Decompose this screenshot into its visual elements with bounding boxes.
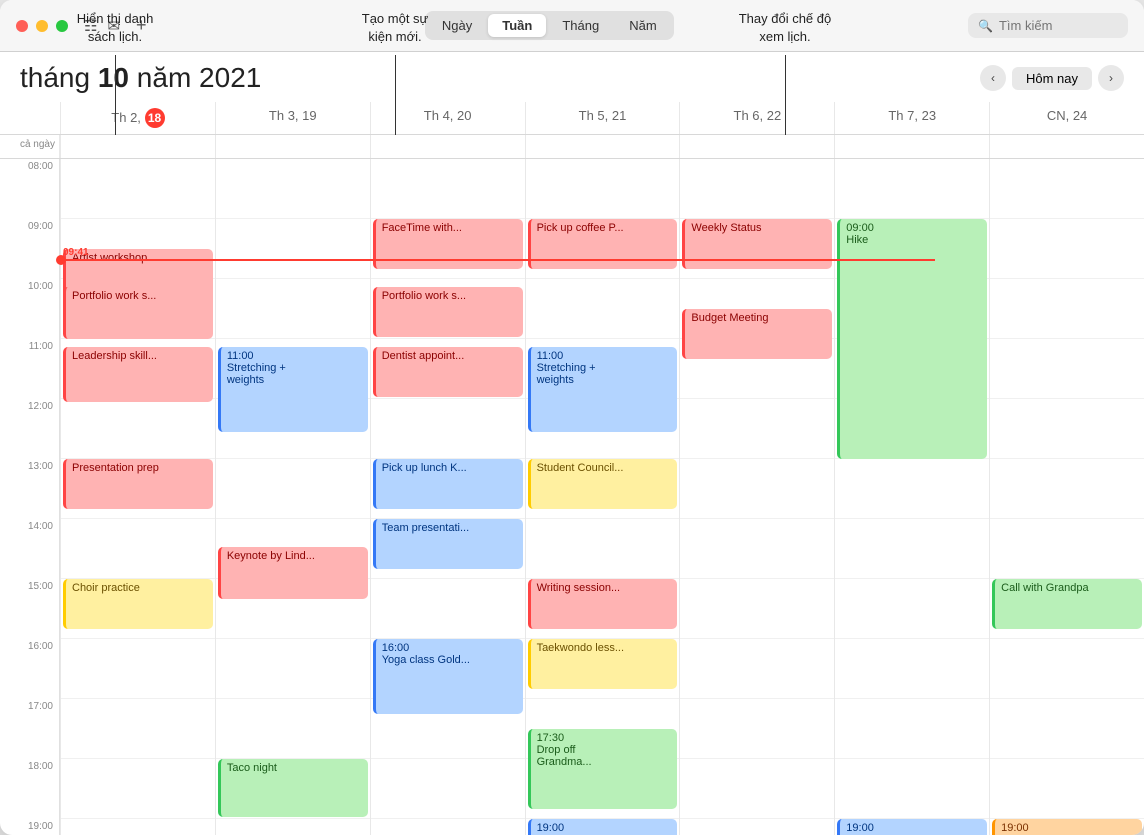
- all-day-row: cả ngày: [0, 135, 1144, 159]
- day-header-mon: Th 2, 18: [60, 102, 215, 134]
- search-icon: 🔍: [978, 19, 993, 33]
- day-col-sun: Call with Grandpa 19:00: [989, 159, 1144, 835]
- all-day-sat: [834, 135, 989, 158]
- close-button[interactable]: [16, 20, 28, 32]
- calendar-grid: Th 2, 18 Th 3, 19 Th 4, 20 Th 5, 21 Th 6…: [0, 102, 1144, 835]
- event-taco-night[interactable]: Taco night: [218, 759, 368, 817]
- view-tabs: Ngày Tuần Tháng Năm: [425, 11, 674, 40]
- titlebar-icons: ☷ ✉: [84, 17, 120, 35]
- time-17: 17:00: [0, 699, 60, 759]
- tab-year[interactable]: Năm: [615, 14, 670, 37]
- tab-week[interactable]: Tuần: [488, 14, 546, 37]
- nav-controls: ‹ Hôm nay ›: [980, 65, 1124, 91]
- time-header-cell: [0, 102, 60, 134]
- event-portfolio-wed[interactable]: Portfolio work s...: [373, 287, 523, 337]
- all-day-label: cả ngày: [0, 135, 60, 158]
- event-pickup-coffee[interactable]: Pick up coffee P...: [528, 219, 678, 269]
- titlebar: ☷ ✉ + Ngày Tuần Tháng Năm 🔍: [0, 0, 1144, 52]
- search-input[interactable]: [999, 18, 1118, 33]
- time-09: 09:00: [0, 219, 60, 279]
- all-day-tue: [215, 135, 370, 158]
- minimize-button[interactable]: [36, 20, 48, 32]
- time-16: 16:00: [0, 639, 60, 699]
- event-budget-meeting[interactable]: Budget Meeting: [682, 309, 832, 359]
- event-hike[interactable]: 09:00Hike: [837, 219, 987, 459]
- event-sat-19[interactable]: 19:00: [837, 819, 987, 835]
- time-col: 08:00 09:00 10:00 11:00 12:00 13:00 14:0…: [0, 159, 60, 835]
- day-headers: Th 2, 18 Th 3, 19 Th 4, 20 Th 5, 21 Th 6…: [0, 102, 1144, 135]
- time-10: 10:00: [0, 279, 60, 339]
- event-yoga[interactable]: 16:00Yoga class Gold...: [373, 639, 523, 714]
- event-sun-19[interactable]: 19:00: [992, 819, 1142, 835]
- day-header-sat: Th 7, 23: [834, 102, 989, 134]
- all-day-thu: [525, 135, 680, 158]
- all-day-mon: [60, 135, 215, 158]
- event-thu-19[interactable]: 19:00: [528, 819, 678, 835]
- day-header-sun: CN, 24: [989, 102, 1144, 134]
- time-18: 18:00: [0, 759, 60, 819]
- event-keynote[interactable]: Keynote by Lind...: [218, 547, 368, 599]
- traffic-lights: [16, 20, 68, 32]
- today-button[interactable]: Hôm nay: [1012, 67, 1092, 90]
- calendar-list-icon[interactable]: ☷: [84, 17, 97, 35]
- event-presentation-prep[interactable]: Presentation prep: [63, 459, 213, 509]
- event-weekly-status[interactable]: Weekly Status: [682, 219, 832, 269]
- year-label: năm 2021: [129, 62, 261, 93]
- event-taekwondo[interactable]: Taekwondo less...: [528, 639, 678, 689]
- event-dropoff-grandma[interactable]: 17:30Drop offGrandma...: [528, 729, 678, 809]
- time-12: 12:00: [0, 399, 60, 459]
- month-prefix: tháng: [20, 62, 98, 93]
- day-header-thu: Th 5, 21: [525, 102, 680, 134]
- all-day-wed: [370, 135, 525, 158]
- event-pickup-lunch[interactable]: Pick up lunch K...: [373, 459, 523, 509]
- time-19: 19:00: [0, 819, 60, 835]
- event-portfolio-mon[interactable]: Portfolio work s...: [63, 287, 213, 339]
- time-15: 15:00: [0, 579, 60, 639]
- time-grid-wrapper: 08:00 09:00 10:00 11:00 12:00 13:00 14:0…: [0, 159, 1144, 835]
- all-day-fri: [679, 135, 834, 158]
- event-leadership[interactable]: Leadership skill...: [63, 347, 213, 402]
- day-col-mon: 09:41 Artist workshop... Portfolio work …: [60, 159, 215, 835]
- time-11: 11:00: [0, 339, 60, 399]
- day-header-tue: Th 3, 19: [215, 102, 370, 134]
- add-event-button[interactable]: +: [136, 15, 147, 36]
- inbox-icon[interactable]: ✉: [107, 17, 120, 35]
- month-header: tháng 10 năm 2021 ‹ Hôm nay ›: [0, 52, 1144, 102]
- today-badge: 18: [145, 108, 165, 128]
- page-title: tháng 10 năm 2021: [20, 62, 261, 94]
- event-team-presentation[interactable]: Team presentati...: [373, 519, 523, 569]
- time-13: 13:00: [0, 459, 60, 519]
- all-day-sun: [989, 135, 1144, 158]
- prev-button[interactable]: ‹: [980, 65, 1006, 91]
- tab-day[interactable]: Ngày: [428, 14, 486, 37]
- time-14: 14:00: [0, 519, 60, 579]
- maximize-button[interactable]: [56, 20, 68, 32]
- event-stretching-thu[interactable]: 11:00Stretching +weights: [528, 347, 678, 432]
- event-choir[interactable]: Choir practice: [63, 579, 213, 629]
- event-call-grandpa[interactable]: Call with Grandpa: [992, 579, 1142, 629]
- tab-month[interactable]: Tháng: [548, 14, 613, 37]
- event-stretching-tue[interactable]: 11:00Stretching +weights: [218, 347, 368, 432]
- time-08: 08:00: [0, 159, 60, 219]
- day-header-fri: Th 6, 22: [679, 102, 834, 134]
- event-dentist[interactable]: Dentist appoint...: [373, 347, 523, 397]
- event-writing-session[interactable]: Writing session...: [528, 579, 678, 629]
- month-number: 10: [98, 62, 129, 93]
- view-selector: Ngày Tuần Tháng Năm: [159, 11, 940, 40]
- next-button[interactable]: ›: [1098, 65, 1124, 91]
- search-bar[interactable]: 🔍: [968, 13, 1128, 38]
- event-facetime[interactable]: FaceTime with...: [373, 219, 523, 269]
- day-header-wed: Th 4, 20: [370, 102, 525, 134]
- time-grid: 08:00 09:00 10:00 11:00 12:00 13:00 14:0…: [0, 159, 1144, 835]
- event-student-council[interactable]: Student Council...: [528, 459, 678, 509]
